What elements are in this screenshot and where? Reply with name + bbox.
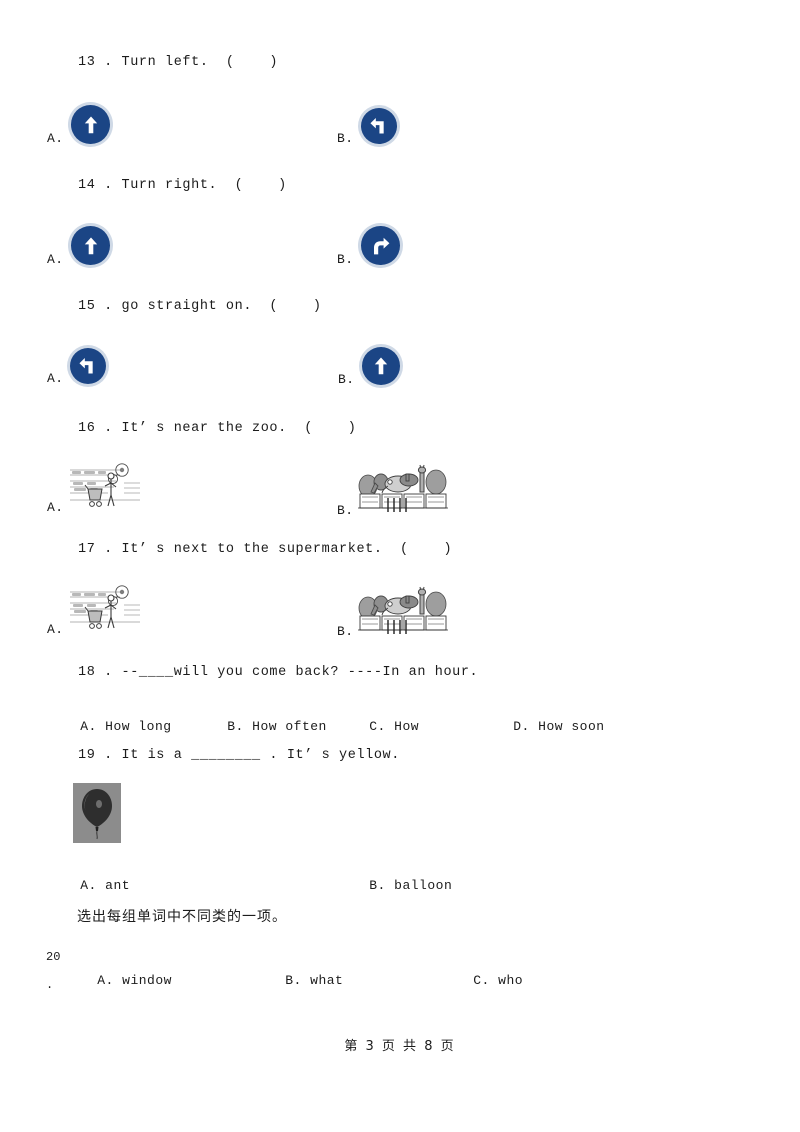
arrow-straight-sign-icon[interactable] bbox=[359, 344, 403, 388]
arrow-left-turn-sign-icon[interactable] bbox=[358, 105, 400, 147]
arrow-right-turn-sign-icon[interactable] bbox=[358, 223, 403, 268]
question-18-option-c-text: How bbox=[394, 719, 420, 734]
question-17-option-a-label: A. bbox=[47, 622, 64, 637]
question-19-option-a[interactable]: A. ant bbox=[47, 863, 130, 908]
question-14-option-a-label: A. bbox=[47, 252, 64, 267]
arrow-left-turn-sign-icon[interactable] bbox=[67, 345, 109, 387]
balloon-photo[interactable] bbox=[73, 783, 121, 843]
question-19-option-b-text: balloon bbox=[394, 878, 453, 893]
question-13-option-b-label: B. bbox=[337, 131, 354, 146]
question-20-option-c[interactable]: C. who bbox=[440, 958, 523, 1003]
question-18-option-a-label: A. bbox=[80, 719, 97, 734]
question-20-option-c-text: who bbox=[498, 973, 524, 988]
question-18-stem: 18 . --____will you come back? ----In an… bbox=[78, 665, 479, 680]
question-19-stem: 19 . It is a ________ . It’ s yellow. bbox=[78, 748, 400, 763]
question-18-option-b-label: B. bbox=[227, 719, 244, 734]
question-18-option-a[interactable]: A. How long bbox=[47, 704, 172, 749]
question-19-option-a-text: ant bbox=[105, 878, 131, 893]
question-16-option-b-label: B. bbox=[337, 503, 354, 518]
question-17-option-b-label: B. bbox=[337, 624, 354, 639]
question-15-option-a-label: A. bbox=[47, 371, 64, 386]
question-19-option-a-label: A. bbox=[80, 878, 97, 893]
zoo-sketch-image[interactable] bbox=[358, 462, 448, 516]
question-16-option-a-label: A. bbox=[47, 500, 64, 515]
question-16-stem: 16 . It’ s near the zoo. ( ) bbox=[78, 421, 357, 436]
question-20-option-b-label: B. bbox=[285, 973, 302, 988]
zoo-sketch-image[interactable] bbox=[358, 584, 448, 638]
question-20-option-a-label: A. bbox=[97, 973, 114, 988]
question-19-option-b-label: B. bbox=[369, 878, 386, 893]
supermarket-sketch-image[interactable] bbox=[68, 584, 142, 634]
arrow-straight-sign-icon[interactable] bbox=[68, 223, 113, 268]
question-18-option-b-text: How often bbox=[252, 719, 327, 734]
question-20-option-a[interactable]: A. window bbox=[64, 958, 172, 1003]
question-20-option-a-text: window bbox=[122, 973, 172, 988]
arrow-straight-sign-icon[interactable] bbox=[68, 102, 113, 147]
question-14-option-b-label: B. bbox=[337, 252, 354, 267]
question-19-option-b[interactable]: B. balloon bbox=[336, 863, 452, 908]
question-20-option-b[interactable]: B. what bbox=[252, 958, 343, 1003]
question-18-option-a-text: How long bbox=[105, 719, 172, 734]
question-20-option-b-text: what bbox=[310, 973, 344, 988]
question-18-option-b[interactable]: B. How often bbox=[194, 704, 327, 749]
question-18-option-d-text: How soon bbox=[538, 719, 605, 734]
question-18-option-d-label: D. bbox=[513, 719, 530, 734]
question-13-stem: 13 . Turn left. ( ) bbox=[78, 55, 279, 70]
question-15-option-b-label: B. bbox=[338, 372, 355, 387]
question-18-option-d[interactable]: D. How soon bbox=[480, 704, 605, 749]
question-13-option-a-label: A. bbox=[47, 131, 64, 146]
question-14-stem: 14 . Turn right. ( ) bbox=[78, 178, 287, 193]
question-18-option-c-label: C. bbox=[369, 719, 386, 734]
question-20-margin-dot: . bbox=[46, 978, 54, 992]
question-17-stem: 17 . It’ s next to the supermarket. ( ) bbox=[78, 542, 453, 557]
question-20-instruction: 选出每组单词中不同类的一项。 bbox=[77, 909, 287, 925]
question-20-option-c-label: C. bbox=[473, 973, 490, 988]
supermarket-sketch-image[interactable] bbox=[68, 462, 142, 512]
page-footer: 第 3 页 共 8 页 bbox=[344, 1039, 456, 1054]
question-20-margin-number: 20 bbox=[46, 950, 61, 964]
question-15-stem: 15 . go straight on. ( ) bbox=[78, 299, 322, 314]
exam-page: 13 . Turn left. ( ) A. B. 14 . Turn righ… bbox=[0, 0, 800, 1132]
question-18-option-c[interactable]: C. How bbox=[336, 704, 419, 749]
